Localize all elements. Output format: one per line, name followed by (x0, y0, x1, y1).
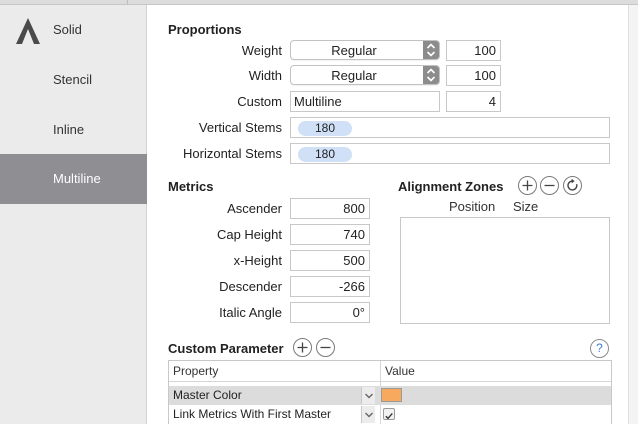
minus-icon (544, 184, 555, 187)
sidebar-item-label: Multiline (53, 171, 101, 186)
cap-height-label: Cap Height (216, 227, 282, 242)
width-label: Width (248, 68, 282, 83)
remove-zone-button[interactable] (540, 176, 559, 195)
descender-field[interactable]: -266 (290, 276, 370, 297)
property-name: Link Metrics With First Master (173, 407, 332, 421)
custom-label: Custom (237, 94, 282, 109)
vertical-stems-label: Vertical Stems (198, 120, 282, 135)
sidebar-item-multiline[interactable]: Multiline (0, 154, 147, 204)
checkmark-icon (385, 412, 393, 420)
glyphs-logo-icon (16, 18, 40, 44)
property-column-header[interactable]: Property (173, 361, 218, 381)
sidebar-item-label: Inline (53, 122, 85, 137)
property-dropdown[interactable] (361, 406, 375, 423)
horizontal-stems-label: Horizontal Stems (183, 146, 282, 161)
alignment-zones-title: Alignment Zones (398, 179, 504, 194)
vertical-scrollbar[interactable] (628, 5, 638, 424)
vertical-stem-token[interactable]: 180 (298, 121, 352, 136)
cap-height-field[interactable]: 740 (290, 224, 370, 245)
x-height-field[interactable]: 500 (290, 250, 370, 271)
value-column-header[interactable]: Value (385, 361, 415, 381)
italic-angle-field[interactable]: 0° (290, 302, 370, 323)
refresh-zones-button[interactable] (563, 176, 582, 195)
link-metrics-checkbox[interactable] (383, 408, 395, 420)
width-popup-value: Regular (331, 68, 377, 83)
metrics-title: Metrics (168, 179, 214, 194)
sidebar-item-label: Stencil (53, 72, 93, 87)
add-parameter-button[interactable] (293, 338, 312, 357)
chevron-down-icon (365, 393, 373, 399)
custom-value-field[interactable]: 4 (446, 91, 501, 112)
width-popup[interactable]: Regular (290, 65, 440, 85)
table-row[interactable]: Link Metrics With First Master (169, 405, 611, 424)
weight-popup[interactable]: Regular (290, 40, 440, 60)
sidebar-item-solid[interactable]: Solid (0, 5, 147, 55)
help-button[interactable]: ? (590, 339, 609, 358)
x-height-label: x-Height (233, 253, 282, 268)
chevron-down-icon (365, 412, 373, 418)
descender-value: -266 (338, 279, 365, 294)
plus-icon (297, 342, 308, 353)
descender-label: Descender (219, 279, 282, 294)
custom-parameter-title: Custom Parameter (168, 341, 284, 356)
custom-value: 4 (488, 94, 496, 109)
zones-position-header: Position (449, 199, 496, 214)
width-value-field[interactable]: 100 (446, 65, 501, 86)
custom-parameter-table: Property Value Master Color Link Metrics… (168, 360, 612, 424)
italic-angle-label: Italic Angle (219, 305, 282, 320)
plus-icon (522, 180, 533, 191)
sidebar-item-label: Solid (53, 22, 82, 37)
master-color-swatch[interactable] (381, 388, 402, 402)
proportions-title: Proportions (168, 22, 242, 37)
up-down-chevron-icon (423, 41, 439, 59)
custom-name: Multiline (294, 94, 342, 109)
weight-value: 100 (474, 43, 496, 58)
horizontal-stems-field[interactable]: 180 (290, 143, 610, 164)
weight-popup-value: Regular (331, 43, 377, 58)
x-height-value: 500 (343, 253, 365, 268)
table-row[interactable]: Master Color (169, 386, 611, 405)
header-divider (169, 381, 611, 382)
width-value: 100 (474, 68, 496, 83)
cap-height-value: 740 (343, 227, 365, 242)
remove-parameter-button[interactable] (316, 338, 335, 357)
ascender-label: Ascender (227, 201, 282, 216)
ascender-field[interactable]: 800 (290, 198, 370, 219)
vertical-stems-field[interactable]: 180 (290, 117, 610, 138)
sidebar-item-inline[interactable]: Inline (0, 105, 147, 155)
weight-value-field[interactable]: 100 (446, 40, 501, 61)
property-name: Master Color (173, 388, 242, 402)
custom-name-field[interactable]: Multiline (290, 91, 440, 112)
master-sidebar: Solid Stencil Inline Multiline (0, 5, 147, 424)
horizontal-stem-token[interactable]: 180 (298, 147, 352, 162)
alignment-zones-list[interactable] (400, 217, 610, 324)
weight-label: Weight (241, 43, 282, 58)
minus-icon (320, 346, 331, 349)
ascender-value: 800 (343, 201, 365, 216)
master-settings-panel: Proportions Weight Regular 100 Width Reg… (148, 5, 628, 424)
property-dropdown[interactable] (361, 387, 375, 404)
zones-size-header: Size (513, 199, 539, 214)
sidebar-item-stencil[interactable]: Stencil (0, 55, 147, 105)
add-zone-button[interactable] (518, 176, 537, 195)
italic-angle-value: 0° (352, 305, 365, 320)
up-down-chevron-icon (423, 66, 439, 84)
refresh-icon (567, 178, 578, 191)
